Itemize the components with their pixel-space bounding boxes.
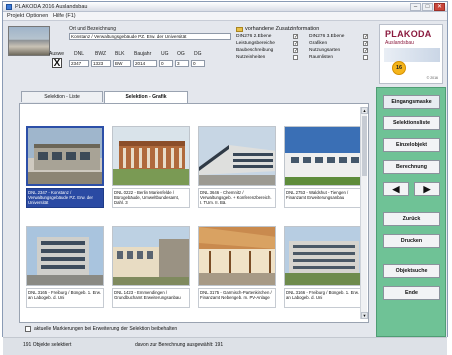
window-title: PLAKODA 2016 Auslandsbau: [15, 4, 88, 10]
col-baujahr: Baujahr: [134, 51, 152, 57]
card-caption-0: DNL 2347 - Konstanz / Verwaltungsgebäude…: [26, 188, 104, 208]
card-caption-6: DNL 3175 - Garmisch-Partenkirchen / Fina…: [198, 288, 276, 308]
minimize-icon[interactable]: –: [410, 3, 421, 11]
status-selected: 191 Objekte selektiert: [23, 342, 72, 348]
zusatz-title: vorhandene Zusatzinformation: [245, 26, 320, 32]
zusatz-left-check-2[interactable]: ✓: [293, 48, 298, 54]
col-dnl: DNL: [74, 51, 85, 57]
zusatz-right-check-1[interactable]: ✓: [363, 41, 368, 47]
auswahl-checkbox[interactable]: X: [52, 58, 62, 69]
eingabemaske-button[interactable]: Eingangsmaske: [383, 95, 440, 109]
main-content: Ort und Bezeichnung Konstanz / Verwaltun…: [3, 21, 447, 355]
col-blk: BLK: [115, 51, 125, 57]
blk-field[interactable]: BW: [113, 60, 131, 67]
card-caption-5: DNL 1423 - Emmendingen / Grundbuchamt Er…: [112, 288, 190, 308]
ug-field[interactable]: 0: [159, 60, 173, 67]
logo-name: PLAKODA: [385, 29, 432, 39]
previous-button[interactable]: ◀: [383, 182, 409, 196]
zusatz-right-2: Nutzungsarten: [309, 48, 341, 53]
object-name-label: Ort und Bezeichnung: [69, 26, 116, 32]
card-caption-3: DNL 2753 - Waldshut - Tiengen / Finanzam…: [284, 188, 362, 208]
building-photo-3: [284, 126, 362, 186]
building-photo-6: [198, 226, 276, 286]
object-thumbnail: [8, 26, 50, 56]
card-caption-4: DNL 3165 - Freiburg / Büngeb. 1. Erw. an…: [26, 288, 104, 308]
status-bar: 191 Objekte selektiert davon zur Berechn…: [3, 337, 447, 355]
baujahr-field[interactable]: 2014: [133, 60, 157, 67]
logo-sub: Auslandsbau: [385, 40, 414, 46]
building-photo-4: [26, 226, 104, 286]
logo-badge: 16: [392, 61, 406, 75]
app-window: PLAKODA 2016 Auslandsbau – □ ✕ Projekt O…: [2, 1, 448, 355]
scroll-up-icon[interactable]: ▲: [361, 107, 368, 114]
building-photo-7: [284, 226, 362, 286]
zusatz-right-1: Grafiken: [309, 41, 328, 46]
card-caption-2: DNL 3646 - Chemnitz / Verwaltungsgeb. + …: [198, 188, 276, 208]
zusatz-right-check-3[interactable]: [363, 55, 368, 60]
menu-projekt[interactable]: Projekt: [7, 13, 24, 20]
tab-selektion-grafik[interactable]: Selektion - Grafik: [104, 91, 188, 103]
zusatz-left-check-0[interactable]: ✓: [293, 34, 298, 40]
next-button[interactable]: ▶: [414, 182, 440, 196]
keep-markings-label: aktuelle Markierungen bei Erweiterung de…: [34, 326, 178, 332]
menu-optionen[interactable]: Optionen: [26, 13, 48, 20]
object-header: Ort und Bezeichnung Konstanz / Verwaltun…: [7, 24, 377, 84]
berechnung-button[interactable]: Berechnung: [383, 160, 440, 174]
dg-field[interactable]: 0: [191, 60, 205, 67]
window-controls: – □ ✕: [410, 3, 445, 11]
menu-bar: Projekt Optionen Hilfe (F1): [3, 12, 447, 21]
building-photo-0: [26, 126, 104, 186]
keep-markings-checkbox[interactable]: [25, 326, 31, 332]
card-caption-1: DNL 0222 - Berlin Marienfelde / Bürogebä…: [112, 188, 190, 208]
col-dg: DG: [194, 51, 202, 57]
gallery-scrollbar[interactable]: ▲ ▼: [360, 107, 368, 319]
scroll-thumb[interactable]: [362, 116, 367, 176]
drucken-button[interactable]: Drucken: [383, 234, 440, 248]
zusatz-left-3: Nutzeinheiten: [236, 55, 266, 60]
tab-selektion-liste[interactable]: Selektion - Liste: [21, 91, 103, 102]
menu-hilfe[interactable]: Hilfe (F1): [53, 13, 76, 20]
building-photo-1: [112, 126, 190, 186]
einzelobjekt-button[interactable]: Einzelobjekt: [383, 138, 440, 152]
status-calc: davon zur Berechnung ausgewählt: 191: [135, 342, 224, 348]
gallery-panel: DNL 2347 - Konstanz / Verwaltungsgebäude…: [19, 103, 369, 323]
objektsuche-button[interactable]: Objektsuche: [383, 264, 440, 278]
zusatz-right-check-2[interactable]: ✓: [363, 48, 368, 54]
zusatz-right-check-0[interactable]: ✓: [363, 34, 368, 40]
zurueck-button[interactable]: Zurück: [383, 212, 440, 226]
maximize-icon[interactable]: □: [422, 3, 433, 11]
building-photo-2: [198, 126, 276, 186]
building-photo-5: [112, 226, 190, 286]
dnl-field[interactable]: 2347: [69, 60, 89, 67]
title-bar: PLAKODA 2016 Auslandsbau – □ ✕: [3, 2, 447, 12]
zusatz-left-check-3[interactable]: [293, 55, 298, 60]
col-ug: UG: [161, 51, 169, 57]
close-icon[interactable]: ✕: [434, 3, 445, 11]
scroll-down-icon[interactable]: ▼: [361, 312, 368, 319]
card-caption-7: DNL 3166 - Freiburg / Büngeb. 1. Erw. an…: [284, 288, 362, 308]
og-field[interactable]: 3: [175, 60, 189, 67]
zusatz-left-0: DIN276 2.Ebene: [236, 34, 272, 39]
auswahl-label: Auswe: [49, 51, 65, 57]
bwz-field[interactable]: 1323: [91, 60, 111, 67]
folder-icon: [236, 27, 243, 32]
logo-stripe: [384, 48, 440, 62]
action-panel: Eingangsmaske Selektionsliste Einzelobje…: [376, 87, 446, 337]
zusatz-left-1: Leistungsbereiche: [236, 41, 275, 46]
zusatz-right-0: DIN276 3.Ebene: [309, 34, 345, 39]
logo-copyright: © 2016: [426, 76, 438, 80]
col-bwz: BWZ: [95, 51, 107, 57]
app-icon: [6, 4, 12, 10]
zusatz-left-2: Baubeschreibung: [236, 48, 274, 53]
col-og: OG: [177, 51, 185, 57]
plakoda-logo: PLAKODA Auslandsbau 16 © 2016: [379, 24, 443, 84]
object-name-field[interactable]: Konstanz / Verwaltungsgebäude PZ. Erw. d…: [69, 33, 231, 40]
zusatz-left-check-1[interactable]: ✓: [293, 41, 298, 47]
zusatz-right-3: Raumlisten: [309, 55, 333, 60]
selektionsliste-button[interactable]: Selektionsliste: [383, 116, 440, 130]
ende-button[interactable]: Ende: [383, 286, 440, 300]
